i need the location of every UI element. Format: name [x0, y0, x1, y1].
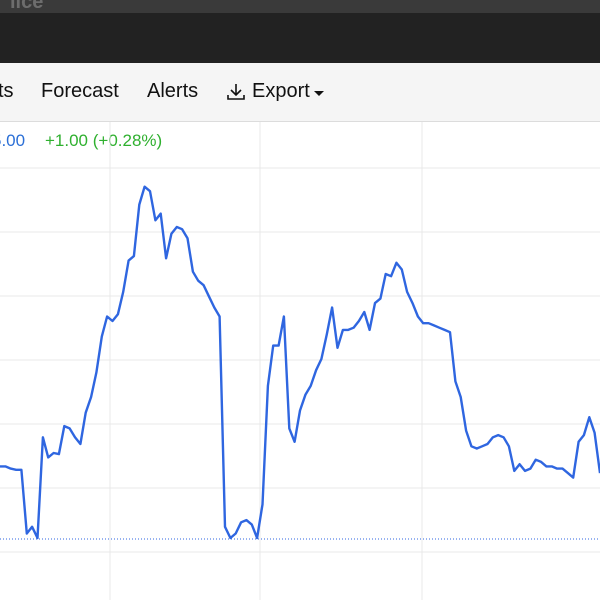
export-label: Export — [252, 80, 310, 102]
nav-item-tab[interactable]: ts — [0, 80, 14, 103]
price-chart[interactable] — [0, 122, 600, 600]
app-title: lice — [10, 0, 44, 13]
chevron-down-icon — [313, 90, 324, 96]
download-icon — [227, 83, 245, 100]
top-title-bar: lice — [0, 0, 600, 13]
export-button[interactable]: Export — [226, 80, 324, 103]
nav-item-alerts[interactable]: Alerts — [147, 80, 198, 103]
app-header-bar — [0, 13, 600, 63]
nav-item-forecast[interactable]: Forecast — [41, 80, 119, 103]
price-series-line — [0, 185, 600, 540]
